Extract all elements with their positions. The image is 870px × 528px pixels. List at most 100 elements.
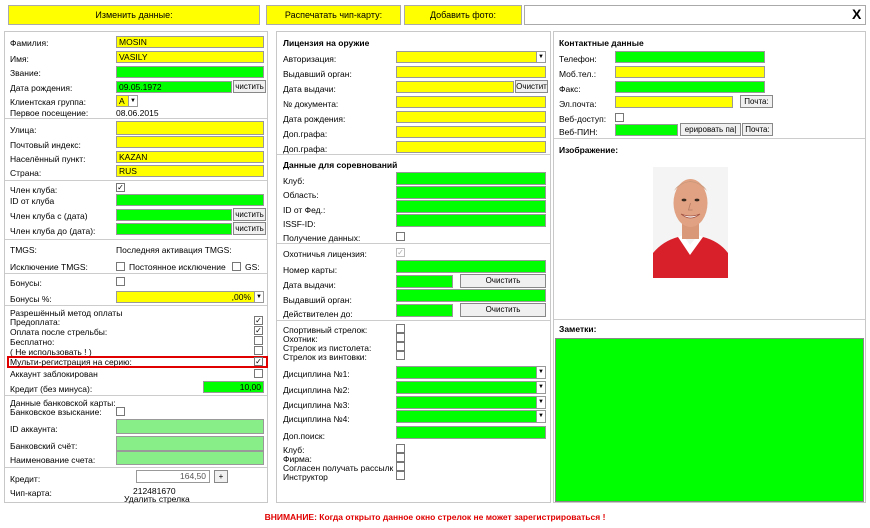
notes-textarea[interactable]	[555, 338, 864, 502]
mailing-consent-checkbox[interactable]	[396, 462, 405, 471]
extra-field-1[interactable]	[396, 126, 546, 138]
weapon-issued-field[interactable]	[396, 81, 514, 93]
account-blocked-checkbox[interactable]	[254, 369, 263, 378]
tmgs-permanent-checkbox[interactable]	[232, 262, 241, 271]
hunter-checkbox[interactable]	[396, 333, 405, 342]
group-select[interactable]: A ▼	[116, 95, 138, 107]
account-id-field[interactable]	[116, 419, 264, 434]
chevron-down-icon[interactable]: ▼	[536, 52, 545, 62]
clear-hunt-issued-button[interactable]: Очистить	[460, 274, 546, 288]
web-pin-field[interactable]	[615, 124, 678, 136]
hunt-issuer-field[interactable]	[396, 289, 546, 302]
credit-limit-label: Кредит (без минуса):	[10, 384, 93, 394]
club-from-field[interactable]	[116, 209, 232, 221]
chevron-down-icon[interactable]: ▼	[536, 397, 545, 408]
federation-id-label: ID от Фед.:	[283, 205, 326, 215]
notes-label: Заметки:	[559, 324, 597, 334]
document-number-label: № документа:	[283, 99, 339, 109]
extra-search-label: Доп.поиск:	[283, 431, 325, 441]
club-to-field[interactable]	[116, 223, 232, 235]
club-member-checkbox[interactable]: ✓	[116, 183, 125, 192]
firm-checkbox[interactable]	[396, 453, 405, 462]
edit-data-button[interactable]: Изменить данные:	[8, 5, 260, 25]
clear-club-to-button[interactable]: чистить	[233, 222, 266, 235]
bank-collect-checkbox[interactable]	[116, 407, 125, 416]
print-chip-card-button[interactable]: Распечатать чип-карту:	[266, 5, 401, 25]
hunting-license-checkbox[interactable]: ✓	[396, 248, 405, 257]
free-checkbox[interactable]	[254, 336, 263, 345]
street-field[interactable]	[116, 121, 264, 135]
surname-field[interactable]: MOSIN	[116, 36, 264, 48]
extra-search-field[interactable]	[396, 426, 546, 439]
add-photo-button[interactable]: Добавить фото:	[404, 5, 522, 25]
club-id-label: ID от клуба	[10, 196, 55, 206]
tmgs-exclude-checkbox[interactable]	[116, 262, 125, 271]
sport-shooter-checkbox[interactable]	[396, 324, 405, 333]
web-access-checkbox[interactable]	[615, 113, 624, 122]
extra-field-2[interactable]	[396, 141, 546, 153]
clear-birth-button[interactable]: чистить	[233, 80, 266, 93]
account-name-field[interactable]	[116, 451, 264, 465]
federation-id-field[interactable]	[396, 200, 546, 213]
extra-field-1-label: Доп.графа:	[283, 129, 328, 139]
discipline-4-select[interactable]: ▼	[396, 410, 546, 423]
generate-password-button[interactable]: ерировать па|	[680, 123, 741, 136]
mobile-field[interactable]	[615, 66, 765, 78]
document-number-field[interactable]	[396, 96, 546, 108]
chevron-down-icon[interactable]: ▼	[128, 96, 137, 106]
weapon-birth-field[interactable]	[396, 111, 546, 123]
card-number-field[interactable]	[396, 260, 546, 273]
chevron-down-icon[interactable]: ▼	[536, 367, 545, 378]
clear-club-from-button[interactable]: чистить	[233, 208, 266, 221]
credit-field[interactable]: 164,50	[136, 470, 210, 483]
pin-mail-button[interactable]: Почта:	[742, 123, 773, 136]
email-send-button[interactable]: Почта:	[740, 95, 773, 108]
credit-plus-button[interactable]: +	[214, 470, 228, 483]
chevron-down-icon[interactable]: ▼	[536, 411, 545, 422]
bonus-checkbox[interactable]	[116, 277, 125, 286]
region-field[interactable]	[396, 186, 546, 199]
pistol-shooter-checkbox[interactable]	[396, 342, 405, 351]
bonus-label: Бонусы:	[10, 278, 42, 288]
multi-registration-checkbox[interactable]: ✓	[254, 357, 263, 366]
discipline-1-select[interactable]: ▼	[396, 366, 546, 379]
credit-limit-field[interactable]: 10,00	[203, 381, 264, 393]
prepay-checkbox[interactable]: ✓	[254, 316, 263, 325]
issf-id-field[interactable]	[396, 214, 546, 227]
clear-weapon-issued-button[interactable]: Очистит	[515, 80, 548, 93]
chevron-down-icon[interactable]: ▼	[536, 382, 545, 393]
city-field[interactable]: KAZAN	[116, 151, 264, 163]
chevron-down-icon[interactable]: ▼	[254, 292, 263, 302]
close-icon[interactable]: X	[852, 6, 861, 22]
postpay-checkbox[interactable]: ✓	[254, 326, 263, 335]
comp-club-field[interactable]	[396, 172, 546, 185]
authorization-select[interactable]: ▼	[396, 51, 546, 63]
discipline-3-label: Дисциплина №3:	[283, 400, 350, 410]
fax-field[interactable]	[615, 81, 765, 93]
discipline-3-select[interactable]: ▼	[396, 396, 546, 409]
delete-shooter-link[interactable]: Удалить стрелка	[124, 494, 190, 504]
hunt-issued-field[interactable]	[396, 275, 453, 288]
tmgs-label: TMGS:	[10, 245, 37, 255]
rifle-shooter-checkbox[interactable]	[396, 351, 405, 360]
shooter-club-checkbox[interactable]	[396, 444, 405, 453]
name-field[interactable]: VASILY	[116, 51, 264, 63]
weapon-issuer-field[interactable]	[396, 66, 546, 78]
instructor-checkbox[interactable]	[396, 471, 405, 480]
clear-valid-until-button[interactable]: Очистить	[460, 303, 546, 317]
unused-checkbox[interactable]	[254, 346, 263, 355]
bank-account-field[interactable]	[116, 436, 264, 451]
bank-account-label: Банковский счёт:	[10, 441, 78, 451]
rank-field[interactable]	[116, 66, 264, 78]
birth-field[interactable]: 09.05.1972	[116, 81, 232, 93]
bonus-pct-select[interactable]: ,00% ▼	[116, 291, 264, 303]
valid-until-field[interactable]	[396, 304, 453, 317]
receive-data-checkbox[interactable]	[396, 232, 405, 241]
account-blocked-label: Аккаунт заблокирован	[10, 369, 98, 379]
country-field[interactable]: RUS	[116, 165, 264, 177]
club-id-field[interactable]	[116, 194, 264, 206]
phone-field[interactable]	[615, 51, 765, 63]
discipline-2-select[interactable]: ▼	[396, 381, 546, 394]
email-field[interactable]	[615, 96, 733, 108]
zip-field[interactable]	[116, 136, 264, 148]
